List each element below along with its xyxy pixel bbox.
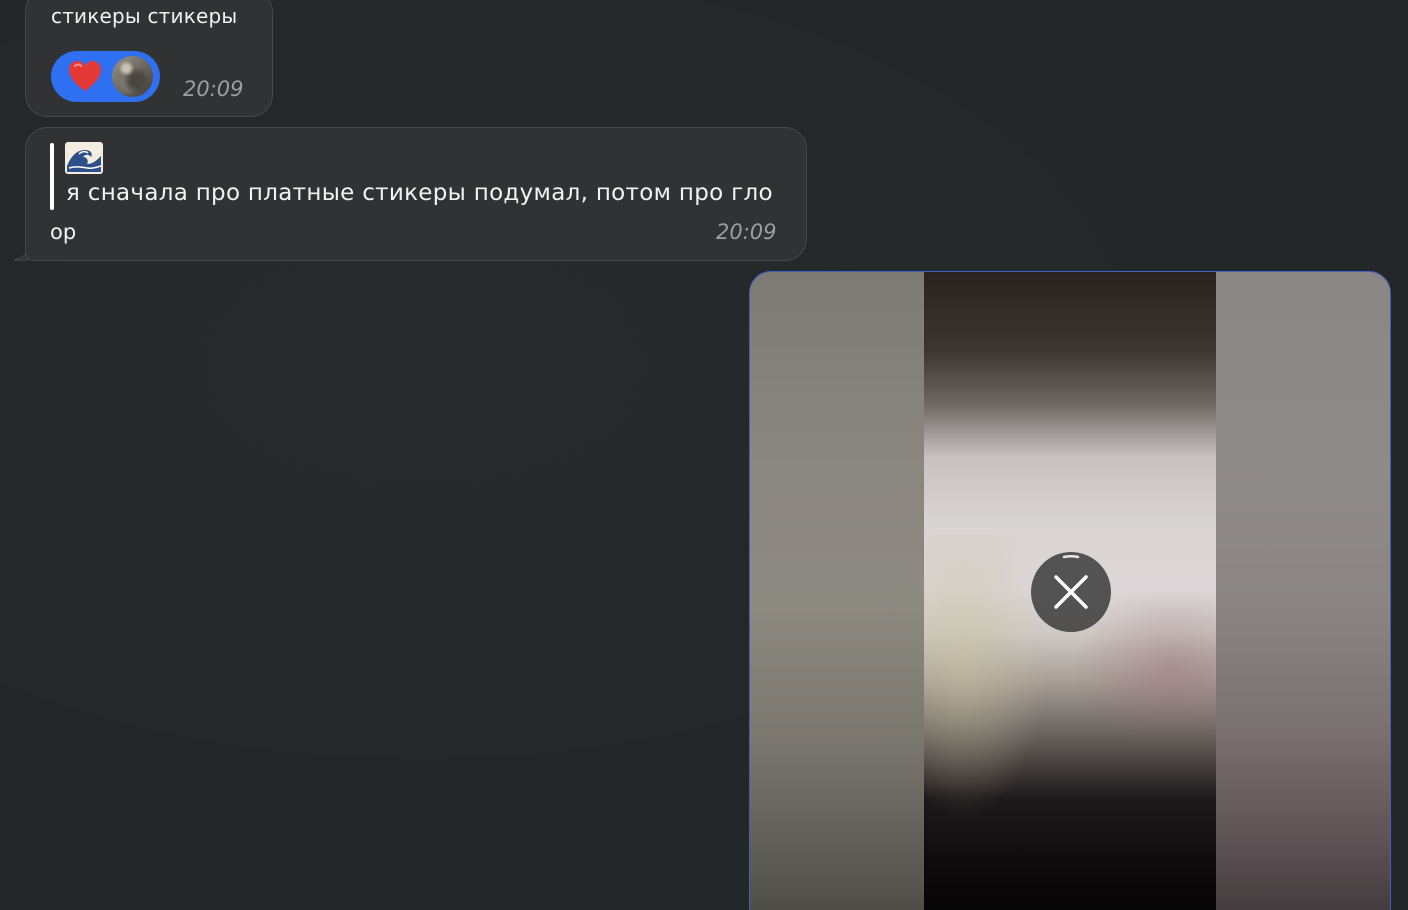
wave-emoji-icon bbox=[65, 142, 103, 174]
close-icon bbox=[1054, 555, 1088, 609]
video-blur-right bbox=[1216, 272, 1390, 910]
video-message[interactable] bbox=[749, 271, 1391, 910]
quote-text: я сначала про платные стикеры подумал, п… bbox=[66, 180, 773, 206]
video-blur-left bbox=[750, 272, 924, 910]
heart-icon bbox=[69, 61, 101, 91]
quote-bar bbox=[50, 143, 54, 210]
reaction-pill[interactable] bbox=[51, 51, 160, 102]
chat-view: стикеры стикеры 20:09 я сначала про плат… bbox=[0, 0, 1408, 910]
message-time: 20:09 bbox=[183, 77, 244, 101]
message-bubble[interactable]: я сначала про платные стикеры подумал, п… bbox=[25, 127, 807, 261]
message-text: ор bbox=[50, 220, 77, 244]
cancel-download-button[interactable] bbox=[1031, 552, 1111, 632]
message-text: стикеры стикеры bbox=[51, 4, 238, 28]
message-bubble[interactable]: стикеры стикеры 20:09 bbox=[25, 0, 273, 117]
user-avatar bbox=[112, 56, 153, 97]
message-time: 20:09 bbox=[716, 220, 777, 244]
